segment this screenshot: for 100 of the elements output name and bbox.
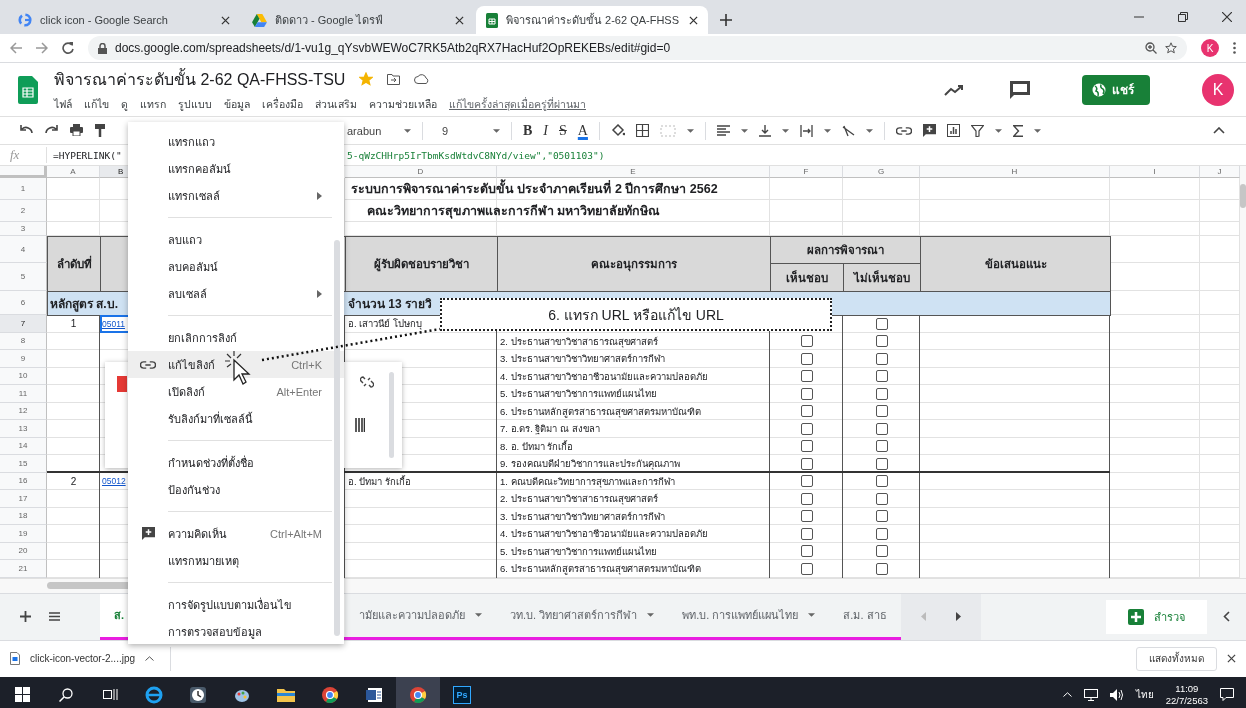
checkbox[interactable] — [800, 335, 813, 348]
chart-icon[interactable] — [946, 124, 960, 137]
dropdown-caret-icon[interactable] — [404, 128, 411, 133]
taskbar-app[interactable] — [396, 676, 440, 708]
profile-avatar[interactable]: K — [1201, 39, 1219, 57]
row-header[interactable]: 13 — [0, 420, 47, 438]
menu-item[interactable]: แก้ไขลิงก์ Ctrl+K — [128, 351, 344, 378]
checkbox[interactable] — [875, 387, 888, 400]
close-icon[interactable] — [221, 15, 230, 25]
spreadsheet-logo-icon[interactable] — [18, 75, 38, 104]
chrome-icon[interactable] — [321, 685, 339, 704]
menu-item[interactable]: ป้องกันช่วง — [128, 476, 344, 503]
checkbox[interactable] — [875, 562, 888, 575]
checkbox[interactable] — [800, 370, 813, 383]
dropdown-caret-icon[interactable] — [994, 128, 1002, 133]
folder-icon[interactable] — [277, 686, 295, 703]
column-header[interactable]: D — [345, 166, 497, 178]
dropdown-caret-icon[interactable] — [1033, 128, 1041, 133]
back-icon[interactable] — [10, 42, 22, 54]
chevron-left-icon[interactable] — [1223, 611, 1230, 622]
dropdown-caret-icon[interactable] — [865, 128, 873, 133]
menu-item[interactable]: ลบคอลัมน์ — [128, 253, 344, 280]
taskbar-app[interactable]: Ps — [440, 676, 484, 708]
trend-line-icon[interactable] — [944, 83, 964, 96]
row-header[interactable]: 1 — [0, 178, 47, 200]
last-edit-link[interactable]: แก้ไขครั้งล่าสุดเมื่อครู่ที่ผ่านมา — [449, 95, 586, 113]
checkbox[interactable] — [800, 475, 813, 488]
close-icon[interactable] — [1222, 12, 1232, 22]
vertical-align-icon[interactable] — [758, 124, 771, 137]
browser-tab[interactable]: ติดดาว - Google ไดรฟ์ — [242, 6, 474, 34]
all-sheets-icon[interactable] — [49, 612, 60, 621]
borders-icon[interactable] — [635, 124, 649, 137]
menu-item[interactable]: การตรวจสอบข้อมูล — [128, 618, 344, 645]
row-header[interactable]: 11 — [0, 385, 47, 403]
task-view-icon[interactable] — [102, 688, 118, 701]
browser-tab[interactable]: พิจารณาค่าระดับขั้น 2-62 QA-FHSS — [476, 6, 708, 34]
chrome-icon[interactable] — [409, 685, 427, 704]
print-icon[interactable] — [70, 124, 83, 136]
row-header[interactable]: 19 — [0, 525, 47, 543]
close-icon[interactable] — [689, 15, 698, 25]
checkbox[interactable] — [800, 492, 813, 505]
text-wrap-icon[interactable] — [799, 124, 813, 137]
checkbox[interactable] — [800, 422, 813, 435]
format-button[interactable]: I — [543, 122, 548, 139]
add-sheet-icon[interactable] — [20, 611, 31, 622]
column-header[interactable]: H — [920, 166, 1110, 178]
clock-icon[interactable] — [189, 685, 207, 704]
browser-tab[interactable]: click icon - Google Search — [8, 6, 240, 34]
address-bar[interactable]: docs.google.com/spreadsheets/d/1-vu1g_qYsvbWEWoC7RK5Atb2qRX7HacHuf2OpREKEBs/edit#gid=0 — [88, 36, 1187, 60]
scroll-right-icon[interactable] — [955, 612, 961, 621]
broken-link-icon[interactable] — [360, 376, 374, 388]
checkbox[interactable] — [875, 527, 888, 540]
sum-icon[interactable] — [1012, 124, 1023, 137]
menu-item[interactable]: รับลิงก์มาที่เซลล์นี้ — [128, 405, 344, 432]
dropdown-caret-icon[interactable] — [781, 128, 789, 133]
merge-cells-icon[interactable] — [659, 124, 676, 137]
dropdown-caret-icon[interactable] — [647, 613, 655, 617]
show-all-button[interactable]: แสดงทั้งหมด — [1136, 646, 1217, 671]
menu-bar-item[interactable]: ดู — [121, 95, 128, 113]
close-icon[interactable] — [1227, 654, 1236, 663]
star-icon[interactable] — [359, 72, 374, 86]
language-indicator[interactable]: ไทย — [1135, 687, 1154, 702]
column-header[interactable]: J — [1200, 166, 1240, 178]
new-tab-icon[interactable] — [720, 14, 732, 26]
filter-icon[interactable] — [970, 124, 984, 137]
dropdown-caret-icon[interactable] — [686, 128, 694, 133]
network-icon[interactable] — [1083, 688, 1098, 701]
share-button[interactable]: แชร์ — [1082, 74, 1150, 105]
checkbox[interactable] — [875, 405, 888, 418]
menu-bar-item[interactable]: แทรก — [140, 95, 166, 113]
checkbox[interactable] — [875, 440, 888, 453]
restore-icon[interactable] — [1178, 12, 1188, 22]
checkbox[interactable] — [800, 440, 813, 453]
column-header[interactable]: I — [1110, 166, 1200, 178]
account-avatar[interactable]: K — [1202, 73, 1234, 106]
checkbox[interactable] — [875, 457, 888, 470]
zoom-icon[interactable] — [1145, 42, 1157, 54]
photoshop-icon[interactable]: Ps — [453, 685, 471, 704]
menu-item[interactable]: แทรกเซลล์ — [128, 182, 344, 209]
menu-bar-item[interactable]: เครื่องมือ — [262, 95, 303, 113]
menu-item[interactable]: การจัดรูปแบบตามเงื่อนไข — [128, 591, 344, 618]
checkbox[interactable] — [800, 352, 813, 365]
checkbox[interactable] — [875, 370, 888, 383]
document-app-icon[interactable] — [365, 685, 383, 704]
format-button[interactable]: S — [559, 122, 567, 139]
checkbox[interactable] — [875, 317, 888, 330]
format-button[interactable]: A — [577, 122, 588, 139]
redo-icon[interactable] — [45, 124, 58, 134]
column-header[interactable]: F — [770, 166, 843, 178]
dropdown-caret-icon[interactable] — [475, 613, 482, 617]
menu-bar-item[interactable]: ส่วนเสริม — [315, 95, 357, 113]
scrollbar-thumb[interactable] — [1240, 184, 1246, 208]
comment-add-icon[interactable] — [922, 124, 936, 137]
cloud-icon[interactable] — [414, 74, 430, 84]
fill-color-icon[interactable] — [610, 124, 625, 137]
collapse-icon[interactable] — [1213, 127, 1225, 134]
menu-item[interactable]: แทรกแถว — [128, 128, 344, 155]
column-header[interactable]: E — [497, 166, 770, 178]
menu-item[interactable]: กำหนดช่วงที่ตั้งชื่อ — [128, 449, 344, 476]
dropdown-caret-icon[interactable] — [808, 613, 816, 617]
